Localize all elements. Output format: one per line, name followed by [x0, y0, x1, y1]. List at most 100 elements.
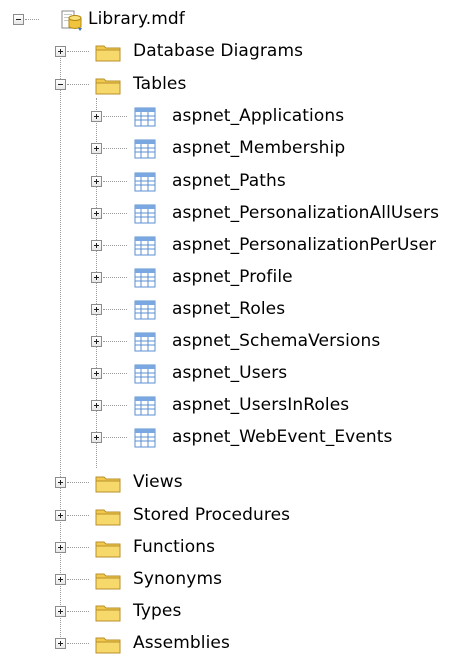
table-node-aspnet-personalizationallusers[interactable]: aspnet_PersonalizationAllUsers: [0, 202, 474, 226]
expand-assemblies-toggle[interactable]: [55, 638, 66, 649]
table-node-aspnet-profile[interactable]: aspnet_Profile: [0, 266, 474, 290]
tree-line-connector: [67, 579, 89, 581]
table-node-aspnet-usersinroles[interactable]: aspnet_UsersInRoles: [0, 394, 474, 418]
tree-line-connector: [25, 19, 39, 21]
table-label: aspnet_PersonalizationAllUsers: [172, 203, 440, 223]
tree-line-connector: [67, 51, 89, 53]
table-label: aspnet_WebEvent_Events: [172, 427, 393, 447]
table-icon: [134, 268, 156, 288]
table-icon: [134, 396, 156, 416]
expand-table-toggle[interactable]: [91, 143, 102, 154]
expand-table-toggle[interactable]: [91, 208, 102, 219]
table-node-aspnet-membership[interactable]: aspnet_Membership: [0, 137, 474, 161]
tree-node-database-diagrams[interactable]: Database Diagrams: [0, 40, 474, 64]
folder-icon: [95, 506, 121, 526]
tree-line-connector: [103, 437, 127, 439]
tree-node-stored-procedures[interactable]: Stored Procedures: [0, 504, 474, 528]
folder-label: Types: [133, 601, 182, 621]
table-label: aspnet_Paths: [172, 171, 286, 191]
table-icon: [134, 428, 156, 448]
table-label: aspnet_Membership: [172, 138, 346, 158]
expand-table-toggle[interactable]: [91, 432, 102, 443]
expand-table-toggle[interactable]: [91, 336, 102, 347]
table-label: aspnet_Users: [172, 363, 288, 383]
tree-node-functions[interactable]: Functions: [0, 536, 474, 560]
folder-icon: [95, 602, 121, 622]
database-file-icon: [60, 8, 84, 32]
expand-stored-procedures-toggle[interactable]: [55, 510, 66, 521]
folder-label: Tables: [133, 74, 187, 94]
tree-line-connector: [103, 373, 127, 375]
expand-types-toggle[interactable]: [55, 606, 66, 617]
tree-line-connector: [67, 84, 89, 86]
folder-label: Stored Procedures: [133, 505, 291, 525]
folder-label: Assemblies: [133, 633, 230, 653]
tree-line-connector: [67, 547, 89, 549]
tree-line-connector: [103, 309, 127, 311]
folder-icon: [95, 570, 121, 590]
tree-line-connector: [103, 245, 127, 247]
tree-line-connector: [67, 643, 89, 645]
expand-functions-toggle[interactable]: [55, 542, 66, 553]
expand-table-toggle[interactable]: [91, 272, 102, 283]
tree-line-connector: [103, 181, 127, 183]
folder-label: Functions: [133, 537, 216, 557]
table-node-aspnet-schemaversions[interactable]: aspnet_SchemaVersions: [0, 330, 474, 354]
table-label: aspnet_Applications: [172, 106, 345, 126]
folder-icon: [95, 473, 121, 493]
expand-table-toggle[interactable]: [91, 400, 102, 411]
table-node-aspnet-applications[interactable]: aspnet_Applications: [0, 105, 474, 129]
tree-node-views[interactable]: Views: [0, 471, 474, 495]
table-node-aspnet-webevent-events[interactable]: aspnet_WebEvent_Events: [0, 426, 474, 450]
folder-label: Synonyms: [133, 569, 223, 589]
table-label: aspnet_Roles: [172, 299, 286, 319]
tree-line-connector: [103, 213, 127, 215]
folder-open-icon: [95, 75, 121, 95]
tree-node-synonyms[interactable]: Synonyms: [0, 568, 474, 592]
table-label: aspnet_SchemaVersions: [172, 331, 381, 351]
table-node-aspnet-paths[interactable]: aspnet_Paths: [0, 170, 474, 194]
folder-label: Views: [133, 472, 183, 492]
expand-table-toggle[interactable]: [91, 304, 102, 315]
table-icon: [134, 236, 156, 256]
collapse-tables-toggle[interactable]: [55, 79, 66, 90]
object-explorer-tree: Library.mdf Database Diagrams Tables asp…: [0, 0, 474, 657]
folder-icon: [95, 42, 121, 62]
tree-line-connector: [103, 116, 127, 118]
tree-node-assemblies[interactable]: Assemblies: [0, 632, 474, 656]
table-node-aspnet-roles[interactable]: aspnet_Roles: [0, 298, 474, 322]
table-icon: [134, 332, 156, 352]
table-icon: [134, 139, 156, 159]
folder-icon: [95, 538, 121, 558]
expand-database-diagrams-toggle[interactable]: [55, 46, 66, 57]
table-label: aspnet_Profile: [172, 267, 293, 287]
tree-line-connector: [67, 611, 89, 613]
folder-icon: [95, 634, 121, 654]
table-icon: [134, 107, 156, 127]
tree-node-root[interactable]: Library.mdf: [0, 8, 474, 32]
table-node-aspnet-users[interactable]: aspnet_Users: [0, 362, 474, 386]
expand-table-toggle[interactable]: [91, 111, 102, 122]
table-icon: [134, 364, 156, 384]
tree-line-connector: [103, 148, 127, 150]
tree-line-connector: [103, 277, 127, 279]
tree-line-connector: [103, 341, 127, 343]
table-label: aspnet_PersonalizationPerUser: [172, 235, 437, 255]
tree-line-connector: [67, 515, 89, 517]
expand-synonyms-toggle[interactable]: [55, 574, 66, 585]
table-icon: [134, 172, 156, 192]
table-label: aspnet_UsersInRoles: [172, 395, 350, 415]
expand-table-toggle[interactable]: [91, 240, 102, 251]
expand-table-toggle[interactable]: [91, 176, 102, 187]
tree-line-connector: [103, 405, 127, 407]
table-icon: [134, 300, 156, 320]
expand-views-toggle[interactable]: [55, 477, 66, 488]
tree-line-connector: [67, 482, 89, 484]
table-node-aspnet-personalizationperuser[interactable]: aspnet_PersonalizationPerUser: [0, 234, 474, 258]
collapse-root-toggle[interactable]: [13, 14, 24, 25]
root-label: Library.mdf: [88, 9, 185, 29]
expand-table-toggle[interactable]: [91, 368, 102, 379]
tree-node-types[interactable]: Types: [0, 600, 474, 624]
tree-node-tables[interactable]: Tables: [0, 73, 474, 97]
table-icon: [134, 204, 156, 224]
